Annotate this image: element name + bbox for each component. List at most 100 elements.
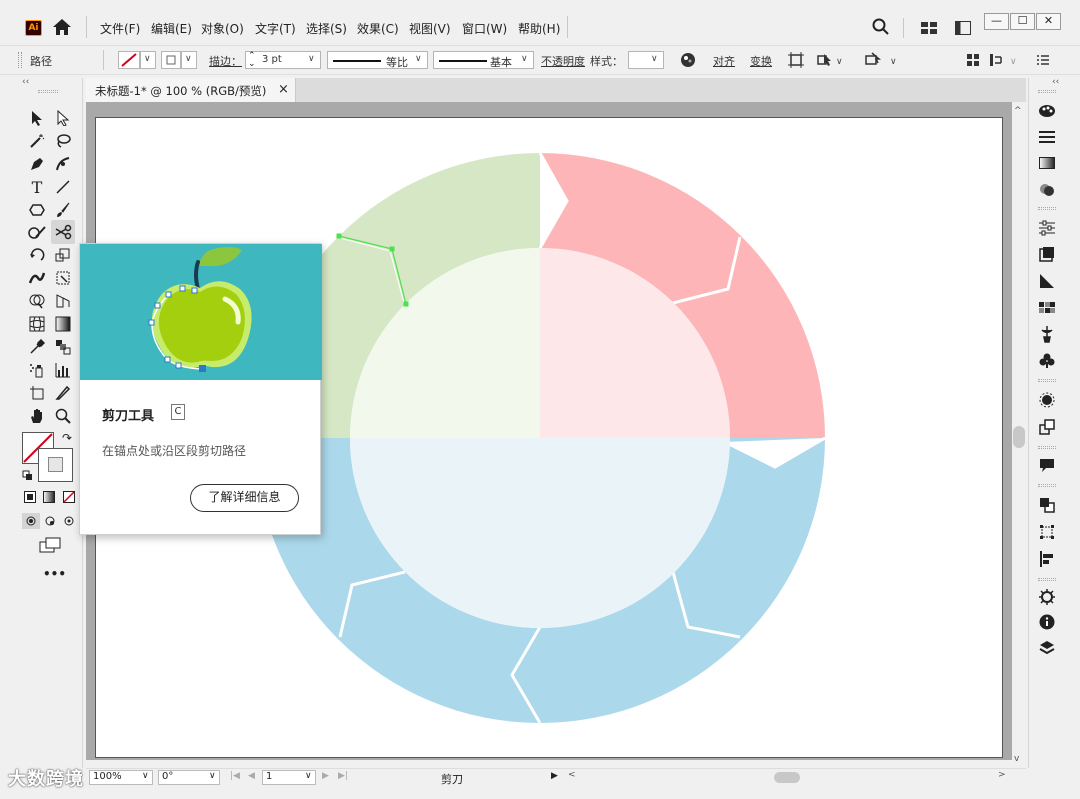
gradient-tool-icon[interactable] [53, 314, 73, 334]
horizontal-scrollbar[interactable]: < > [566, 770, 1011, 785]
vertical-scrollbar[interactable]: ^ v [1012, 102, 1026, 770]
gradient-mode-icon[interactable] [43, 491, 55, 506]
graphic-styles-panel-icon[interactable] [1037, 390, 1057, 410]
document-tab-close-icon[interactable]: × [278, 82, 289, 97]
symbol-sprayer-tool-icon[interactable] [27, 360, 47, 380]
grip-handle[interactable] [1038, 90, 1056, 93]
fill-dropdown[interactable]: ∨ [140, 51, 156, 69]
fill-none-swatch[interactable] [118, 51, 140, 69]
swatches-panel-icon[interactable] [1037, 298, 1057, 318]
artboard-number-field[interactable]: 1 ∨ [262, 770, 316, 785]
selection-tool-icon[interactable] [27, 108, 47, 128]
zoom-field[interactable]: 100% ∨ [89, 770, 153, 785]
stroke-swatch-large[interactable] [38, 448, 73, 482]
gradient-panel-icon[interactable] [1037, 153, 1057, 173]
menu-object[interactable]: 对象(O) [201, 20, 244, 37]
menu-select[interactable]: 选择(S) [306, 20, 347, 37]
none-mode-icon[interactable] [63, 491, 75, 506]
grip-handle[interactable] [18, 52, 22, 68]
color-mode-icon[interactable] [24, 491, 36, 506]
last-artboard-icon[interactable]: ▶| [338, 771, 348, 781]
transparency-panel-icon[interactable] [1037, 180, 1057, 200]
lasso-tool-icon[interactable] [53, 131, 73, 151]
transform-link[interactable]: 变换 [750, 53, 772, 69]
brushes-panel-icon[interactable] [1037, 324, 1057, 344]
grip-handle[interactable] [1038, 484, 1056, 487]
isolate-icon[interactable] [788, 52, 804, 71]
grip-handle[interactable] [1038, 446, 1056, 449]
learn-more-button[interactable]: 了解详细信息 [190, 484, 299, 512]
menu-view[interactable]: 视图(V) [409, 20, 451, 37]
line-segment-tool-icon[interactable] [53, 177, 73, 197]
panel-menu-icon[interactable] [1037, 54, 1049, 69]
document-tab[interactable]: 未标题-1* @ 100 % (RGB/预览) × [86, 78, 296, 102]
default-fill-stroke-icon[interactable] [22, 470, 34, 485]
color-guide-icon[interactable] [1037, 101, 1057, 121]
menu-help[interactable]: 帮助(H) [518, 20, 560, 37]
navigator-panel-icon[interactable] [1037, 587, 1057, 607]
magic-wand-tool-icon[interactable] [27, 131, 47, 151]
artboard-tool-icon[interactable] [27, 383, 47, 403]
scale-tool-icon[interactable] [53, 245, 73, 265]
menu-effect[interactable]: 效果(C) [357, 20, 399, 37]
comments-panel-icon[interactable] [1037, 455, 1057, 475]
libraries-panel-icon[interactable] [1037, 244, 1057, 264]
stroke-label[interactable]: 描边： [209, 53, 242, 69]
scroll-thumb[interactable] [1013, 426, 1025, 448]
collapse-panel-icon[interactable]: ‹‹ [22, 77, 29, 87]
appearance-panel-icon[interactable] [1037, 271, 1057, 291]
grip-handle[interactable] [1038, 379, 1056, 382]
screen-mode-icon[interactable] [39, 537, 61, 556]
mesh-tool-icon[interactable] [27, 314, 47, 334]
minimize-button[interactable]: — [984, 13, 1009, 30]
shaper-tool-icon[interactable] [27, 222, 47, 242]
brush-definition-dropdown[interactable]: 基本 ∨ [433, 51, 534, 69]
direct-selection-tool-icon[interactable] [53, 108, 73, 128]
info-panel-icon[interactable] [1037, 612, 1057, 632]
arrange-documents-icon[interactable] [955, 21, 971, 38]
variable-width-profile-dropdown[interactable]: 等比 ∨ [327, 51, 428, 69]
slice-tool-icon[interactable] [53, 383, 73, 403]
zoom-tool-icon[interactable] [53, 406, 73, 426]
transform-panel-icon[interactable] [1037, 522, 1057, 542]
recolor-artwork-icon[interactable] [680, 52, 696, 71]
expand-panels-icon[interactable]: ‹‹ [1052, 77, 1059, 87]
status-menu-icon[interactable]: ▶ [551, 771, 558, 781]
asset-export-panel-icon[interactable] [1037, 417, 1057, 437]
next-artboard-icon[interactable]: ▶ [322, 771, 329, 781]
opacity-label[interactable]: 不透明度 [541, 53, 585, 69]
align-panel-icon[interactable] [1037, 549, 1057, 569]
blend-tool-icon[interactable] [53, 337, 73, 357]
width-tool-icon[interactable] [27, 268, 47, 288]
swap-fill-stroke-icon[interactable]: ↷ [62, 431, 72, 445]
scroll-down-icon[interactable]: v [1014, 754, 1019, 764]
type-tool-icon[interactable]: T [27, 177, 47, 197]
curvature-tool-icon[interactable] [53, 154, 73, 174]
edit-toolbar-icon[interactable]: ••• [43, 567, 66, 581]
draw-inside-icon[interactable] [61, 513, 77, 532]
layers-panel-icon[interactable] [1037, 638, 1057, 658]
menu-type[interactable]: 文字(T) [255, 20, 296, 37]
menu-file[interactable]: 文件(F) [100, 20, 140, 37]
maximize-button[interactable]: ☐ [1010, 13, 1035, 30]
draw-behind-icon[interactable] [42, 513, 58, 532]
hand-tool-icon[interactable] [27, 406, 47, 426]
free-transform-tool-icon[interactable] [53, 268, 73, 288]
eyedropper-tool-icon[interactable] [27, 337, 47, 357]
select-similar-icon[interactable]: ∨ [817, 52, 843, 71]
puppet-warp-icon[interactable]: ∨ [864, 52, 898, 71]
perspective-grid-tool-icon[interactable] [53, 291, 73, 311]
close-button[interactable]: ✕ [1036, 13, 1061, 30]
paintbrush-tool-icon[interactable] [53, 200, 73, 220]
align-link[interactable]: 对齐 [713, 53, 735, 69]
grip-handle[interactable] [1038, 207, 1056, 210]
stroke-weight-field[interactable]: ⌃ ⌄ 3 pt ∨ [245, 51, 321, 69]
stroke-swatch[interactable] [161, 51, 181, 69]
previous-artboard-icon[interactable]: ◀ [248, 771, 255, 781]
pathfinder-panel-icon[interactable] [1037, 495, 1057, 515]
scissors-tool-icon[interactable] [51, 220, 75, 244]
graphic-style-dropdown[interactable]: ∨ [628, 51, 664, 69]
stroke-dropdown[interactable]: ∨ [181, 51, 197, 69]
grip-handle[interactable] [38, 90, 58, 93]
properties-panel-icon[interactable] [1037, 218, 1057, 238]
